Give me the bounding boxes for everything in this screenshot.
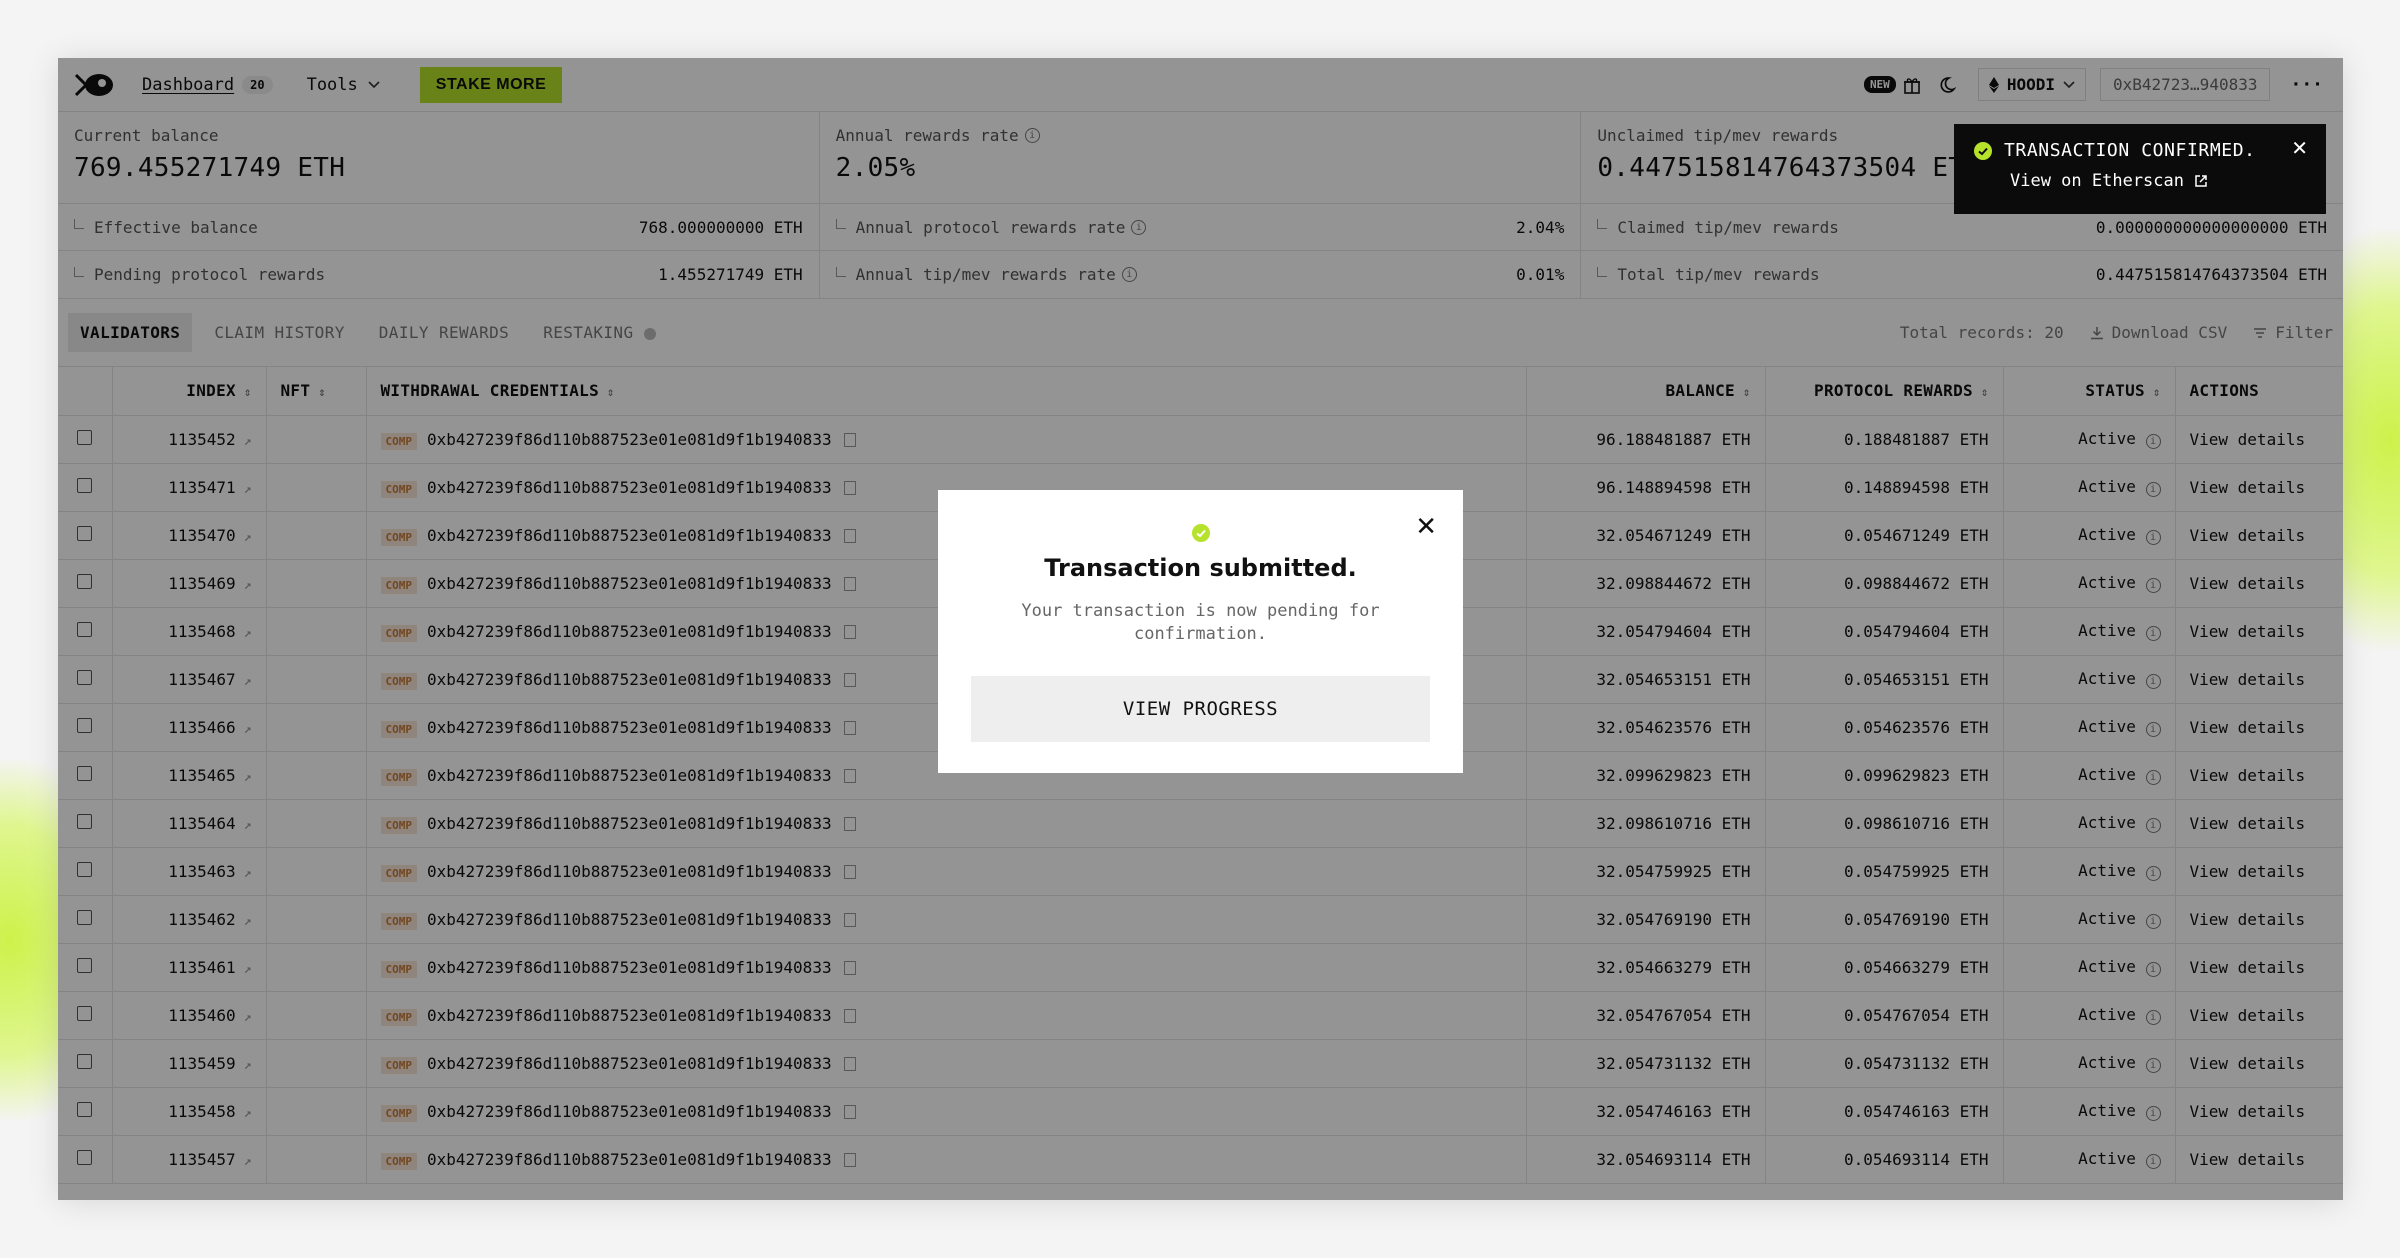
close-icon[interactable]: ✕ (2291, 136, 2308, 160)
modal-description: Your transaction is now pending for conf… (1021, 601, 1380, 644)
check-circle-icon (1191, 524, 1210, 542)
confirmation-toast: ✕ TRANSACTION CONFIRMED. View on Ethersc… (1954, 124, 2326, 214)
external-link-icon (2195, 175, 2207, 187)
check-circle-icon (1974, 141, 1992, 160)
toast-title: TRANSACTION CONFIRMED. (2004, 140, 2256, 161)
modal-title: Transaction submitted. (1044, 554, 1357, 582)
app-window: Dashboard 20 Tools STAKE MORE NEW HOODI … (58, 58, 2343, 1200)
transaction-modal: ✕ Transaction submitted. Your transactio… (938, 490, 1463, 773)
etherscan-link-label: View on Etherscan (2010, 171, 2184, 191)
etherscan-link[interactable]: View on Etherscan (2010, 171, 2306, 191)
view-progress-button[interactable]: VIEW PROGRESS (971, 676, 1430, 742)
close-icon[interactable]: ✕ (1415, 512, 1437, 542)
